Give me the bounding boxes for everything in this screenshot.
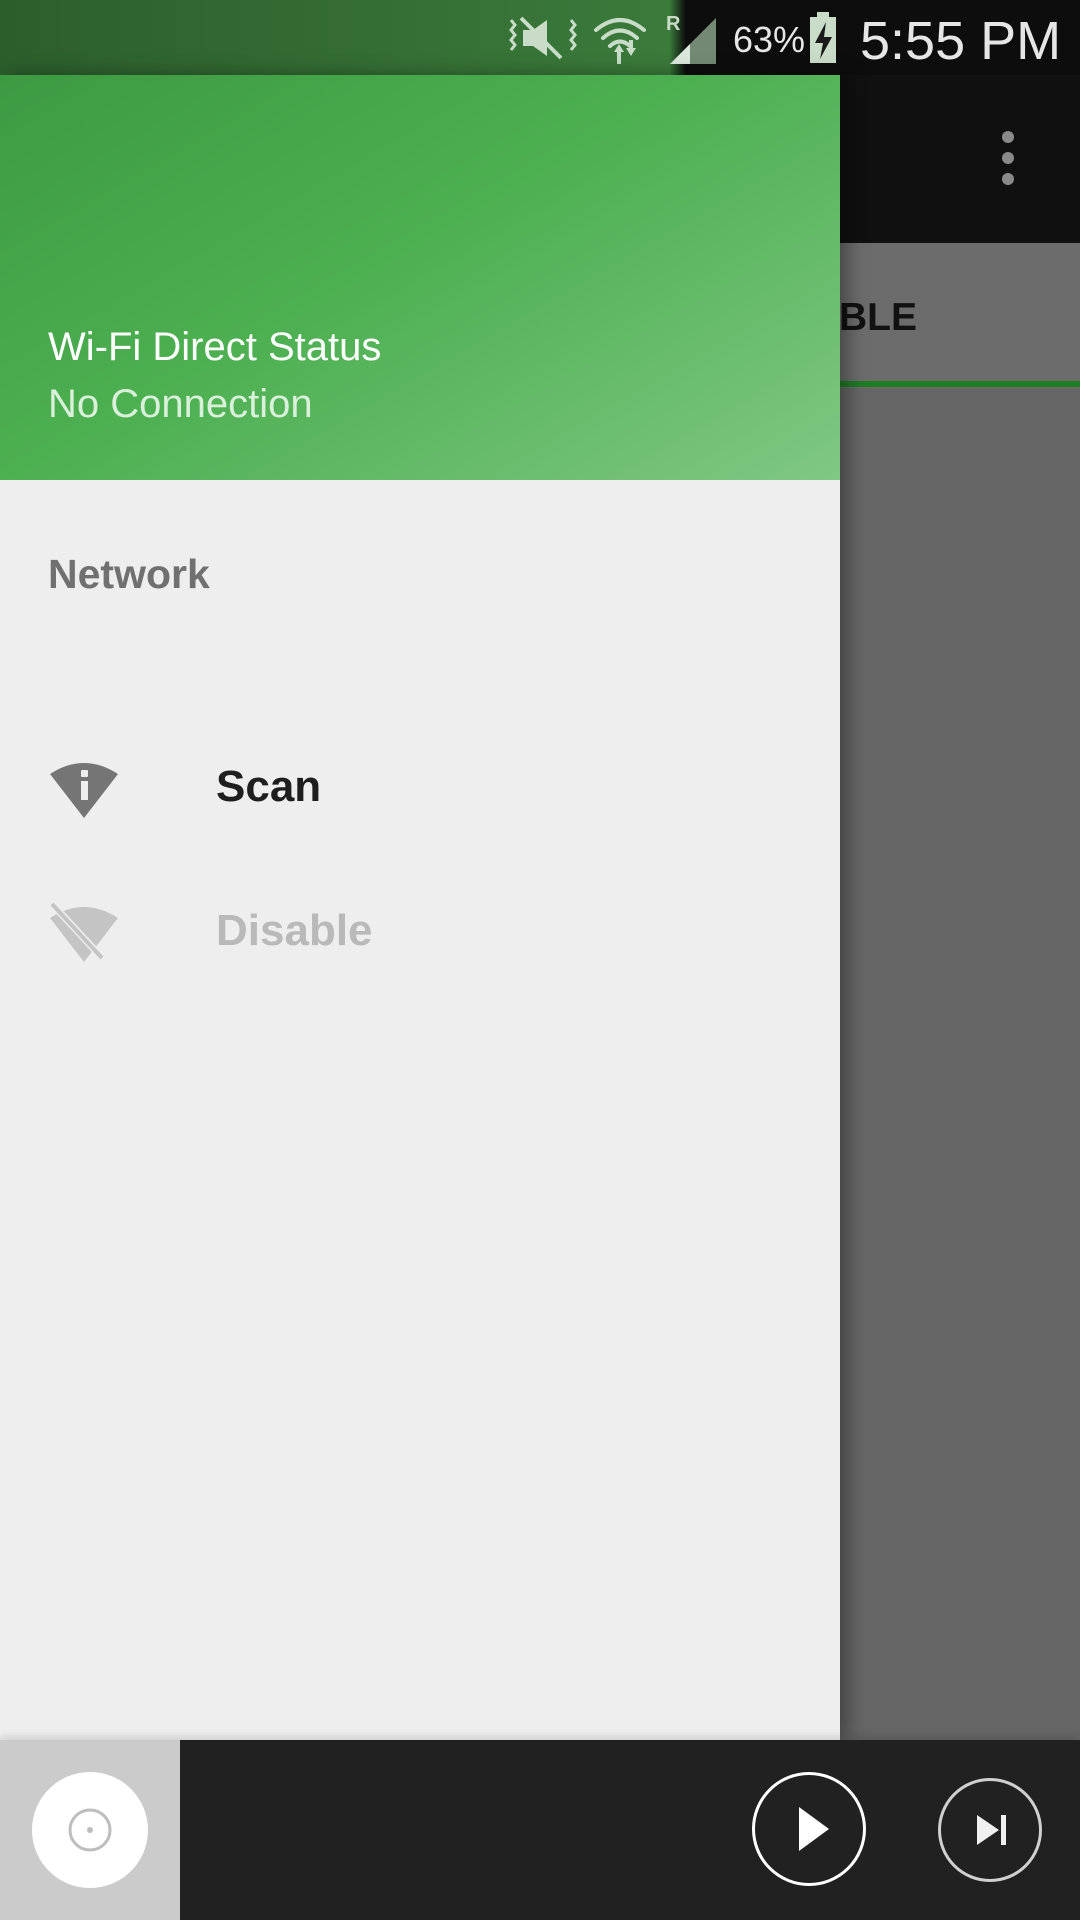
- menu-item-scan[interactable]: Scan: [0, 722, 840, 866]
- wifi-data-icon: [594, 18, 646, 64]
- header-title: Wi-Fi Direct Status: [48, 325, 382, 369]
- album-art[interactable]: [0, 1740, 180, 1920]
- vibrate-mute-icon: [509, 16, 577, 60]
- more-options-button[interactable]: [980, 128, 1036, 188]
- wifi-off-icon: [50, 902, 118, 963]
- drawer-header: Wi-Fi Direct Status No Connection: [0, 75, 840, 480]
- menu-item-label: Scan: [216, 762, 322, 811]
- section-label-network: Network: [48, 551, 210, 597]
- more-vert-icon-dot: [1002, 173, 1014, 185]
- header-subtitle: No Connection: [48, 382, 313, 426]
- navigation-drawer: Wi-Fi Direct Status No Connection Networ…: [0, 75, 840, 1740]
- battery-charging-icon: [810, 12, 836, 63]
- play-icon: [799, 1807, 829, 1851]
- svg-text:R: R: [666, 13, 681, 35]
- skip-next-button[interactable]: [938, 1778, 1042, 1882]
- status-clock: 5:55 PM: [860, 11, 1062, 71]
- menu-item-label: Disable: [216, 906, 373, 955]
- wifi-info-icon: [50, 763, 118, 818]
- more-vert-icon: [1002, 131, 1014, 143]
- skip-next-icon: [977, 1815, 1006, 1845]
- roaming-signal-icon: R: [666, 13, 716, 64]
- more-vert-icon-dot: [1002, 152, 1014, 164]
- play-button[interactable]: [752, 1772, 866, 1886]
- battery-percent: 63%: [733, 19, 806, 60]
- media-player-bar: [0, 1740, 1080, 1920]
- menu-item-disable[interactable]: Disable: [0, 866, 840, 1010]
- disc-icon: [32, 1772, 148, 1888]
